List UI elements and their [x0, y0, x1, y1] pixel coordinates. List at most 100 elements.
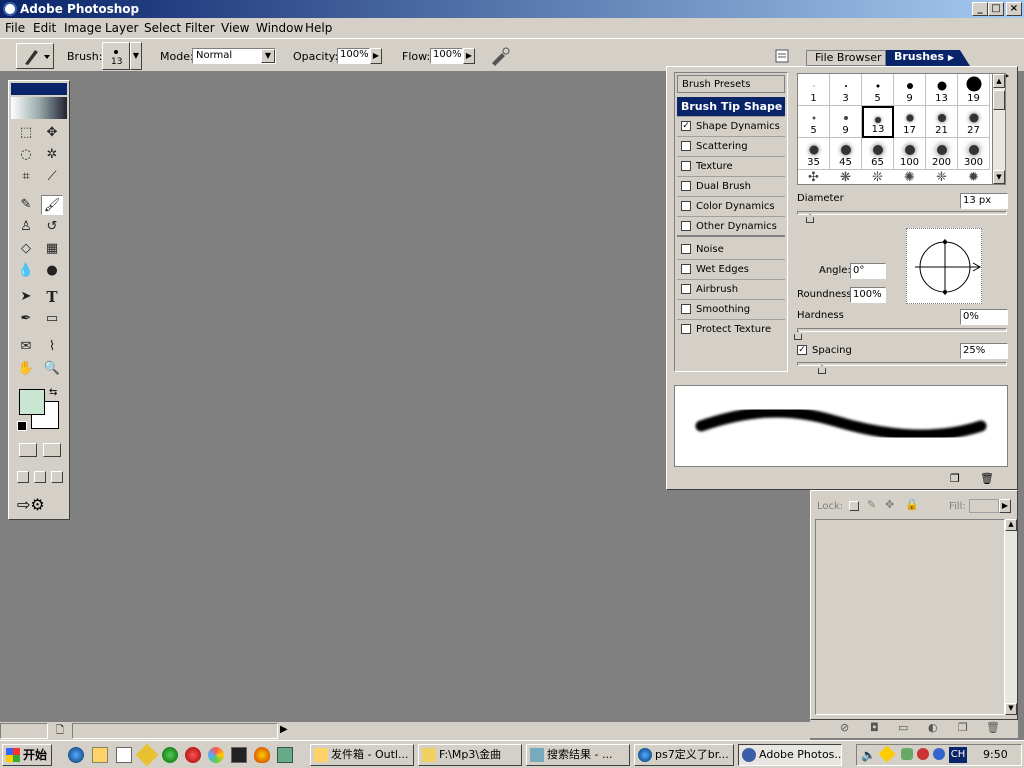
menu-image[interactable]: Image — [64, 21, 102, 35]
screen-mode-full-icon[interactable] — [51, 471, 63, 483]
screen-mode-full-menu-icon[interactable] — [34, 471, 46, 483]
brush-tip-cell[interactable]: 300 — [958, 138, 990, 170]
brush-tip-cell[interactable]: 100 — [894, 138, 926, 170]
menu-view[interactable]: View — [221, 21, 249, 35]
menu-filter[interactable]: Filter — [185, 21, 215, 35]
lasso-tool-icon[interactable]: ◌ — [15, 145, 37, 165]
spacing-input[interactable]: 25% — [960, 343, 1008, 359]
type-tool-icon[interactable]: T — [41, 287, 63, 307]
move-tool-icon[interactable]: ✥ — [41, 123, 63, 143]
opacity-arrow-button[interactable]: ▶ — [370, 48, 382, 64]
standard-mode-button[interactable] — [19, 443, 37, 457]
scroll-up-icon[interactable]: ▲ — [993, 74, 1005, 88]
tab-file-browser[interactable]: File Browser — [806, 50, 886, 66]
brush-tool-selected-icon[interactable]: 🖌 — [41, 195, 63, 215]
quick-mask-mode-button[interactable] — [43, 443, 61, 457]
option-wet-edges[interactable]: Wet Edges — [677, 260, 785, 280]
option-protect-texture[interactable]: Protect Texture — [677, 320, 785, 340]
media-player-icon[interactable] — [208, 747, 224, 763]
brush-presets-item[interactable]: Brush Presets — [677, 75, 785, 93]
menu-help[interactable]: Help — [305, 21, 332, 35]
magic-wand-tool-icon[interactable]: ✲ — [41, 145, 63, 165]
screen-mode-standard-icon[interactable] — [17, 471, 29, 483]
option-noise[interactable]: Noise — [677, 240, 785, 260]
brush-tip-cell[interactable]: 65 — [862, 138, 894, 170]
spacing-toggle[interactable]: ✓ Spacing — [797, 345, 852, 356]
layer-style-icon[interactable]: ⊘ — [840, 721, 849, 734]
new-layer-icon[interactable]: ❐ — [958, 721, 968, 734]
brush-tip-cell[interactable]: 17 — [894, 106, 926, 138]
default-colors-icon[interactable] — [17, 421, 27, 431]
blur-tool-icon[interactable]: 💧 — [15, 261, 37, 281]
hardness-input[interactable]: 0% — [960, 309, 1008, 325]
spacing-checkbox[interactable]: ✓ — [797, 345, 807, 355]
taskbar-item-outlook[interactable]: 发件箱 - Outl... — [310, 744, 414, 766]
delete-layer-icon[interactable]: 🗑 — [986, 721, 1000, 734]
document-info-icon[interactable]: 🗋 — [56, 723, 64, 740]
brush-tip-cell-selected[interactable]: 13 — [862, 106, 894, 138]
menu-file[interactable]: File — [5, 21, 25, 35]
rectangle-tool-icon[interactable]: ▭ — [41, 309, 63, 329]
dodge-tool-icon[interactable]: ● — [41, 261, 63, 281]
brush-tip-cell[interactable]: 5 — [862, 74, 894, 106]
checkbox[interactable] — [681, 244, 691, 254]
taskbar-item-search[interactable]: 搜索结果 - ... — [526, 744, 630, 766]
brush-tip-cell[interactable]: 19 — [958, 74, 990, 106]
new-brush-icon[interactable]: ❐ — [950, 472, 960, 485]
brush-tip-cell[interactable]: 1 — [798, 74, 830, 106]
layer-set-icon[interactable]: ▭ — [898, 721, 908, 734]
pen-tool-icon[interactable]: ✒ — [15, 309, 37, 329]
lock-paint-icon[interactable]: ✎ — [867, 498, 876, 511]
checkbox[interactable] — [681, 264, 691, 274]
scroll-down-icon[interactable]: ▼ — [1005, 703, 1017, 715]
book-icon[interactable] — [116, 747, 132, 763]
roundness-input[interactable]: 100% — [850, 287, 886, 303]
checkbox[interactable] — [681, 201, 691, 211]
option-smoothing[interactable]: Smoothing — [677, 300, 785, 320]
flow-arrow-button[interactable]: ▶ — [463, 48, 475, 64]
brush-picker[interactable]: 13 — [102, 42, 130, 70]
layer-mask-icon[interactable]: ◘ — [870, 721, 879, 734]
crop-tool-icon[interactable]: ⌗ — [15, 167, 37, 187]
start-button[interactable]: 开始 — [2, 744, 52, 766]
option-dual-brush[interactable]: Dual Brush — [677, 177, 785, 197]
option-color-dynamics[interactable]: Color Dynamics — [677, 197, 785, 217]
clone-stamp-tool-icon[interactable]: ♙ — [15, 217, 37, 237]
gradient-tool-icon[interactable]: ▦ — [41, 239, 63, 259]
diameter-input[interactable]: 13 px — [960, 193, 1008, 209]
jump-to-imageready-icon[interactable]: ⇨⚙ — [17, 495, 45, 514]
input-language-icon[interactable]: CH — [949, 747, 967, 763]
volume-icon[interactable]: 🔈 — [861, 748, 876, 762]
brush-tip-cell[interactable]: 9 — [830, 106, 862, 138]
marquee-tool-icon[interactable]: ⬚ — [15, 123, 37, 143]
checkbox[interactable] — [681, 324, 691, 334]
menu-layer[interactable]: Layer — [105, 21, 138, 35]
mode-select[interactable]: Normal ▼ — [192, 48, 276, 64]
scroll-up-icon[interactable]: ▲ — [1005, 519, 1017, 531]
antivirus-icon[interactable] — [917, 748, 929, 760]
outlook-icon[interactable] — [92, 747, 108, 763]
checkbox[interactable] — [681, 181, 691, 191]
adjustment-layer-icon[interactable]: ◐ — [928, 721, 938, 734]
healing-brush-tool-icon[interactable]: ✎ — [15, 195, 37, 215]
messenger-icon[interactable] — [933, 748, 945, 760]
brush-tip-cell[interactable]: 45 — [830, 138, 862, 170]
history-brush-tool-icon[interactable]: ↺ — [41, 217, 63, 237]
menu-window[interactable]: Window — [256, 21, 303, 35]
fill-input[interactable] — [969, 499, 999, 513]
brush-tip-cell[interactable]: 27 — [958, 106, 990, 138]
brush-tip-cell[interactable]: 9 — [894, 74, 926, 106]
scroll-thumb[interactable] — [993, 90, 1005, 110]
option-scattering[interactable]: Scattering — [677, 137, 785, 157]
menu-edit[interactable]: Edit — [33, 21, 56, 35]
eraser-tool-icon[interactable]: ◇ — [15, 239, 37, 259]
angle-input[interactable]: 0° — [850, 263, 886, 279]
close-button[interactable]: × — [1006, 2, 1022, 16]
brush-tip-cell[interactable]: 200 — [926, 138, 958, 170]
scroll-down-icon[interactable]: ▼ — [993, 170, 1005, 184]
opacity-input[interactable]: 100% — [337, 48, 370, 64]
photo-app-icon[interactable] — [231, 747, 247, 763]
brush-tip-cell[interactable]: 5 — [798, 106, 830, 138]
palette-well-icon[interactable] — [774, 48, 790, 64]
option-shape-dynamics[interactable]: ✓ Shape Dynamics — [677, 117, 785, 137]
